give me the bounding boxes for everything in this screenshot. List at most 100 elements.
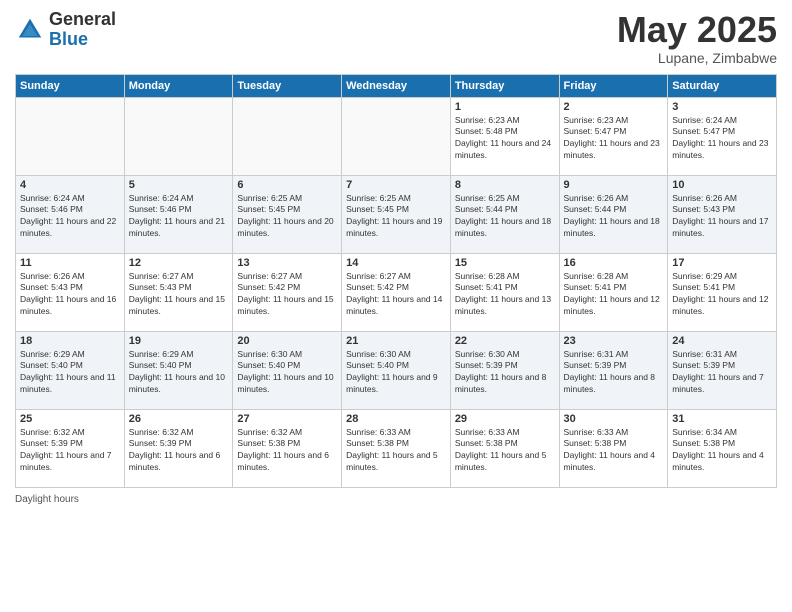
day-info: Sunrise: 6:27 AMSunset: 5:42 PMDaylight:… [237,271,337,319]
logo-icon [15,15,45,45]
calendar-week-row: 18 Sunrise: 6:29 AMSunset: 5:40 PMDayligh… [16,331,777,409]
table-row: 4 Sunrise: 6:24 AMSunset: 5:46 PMDaylight… [16,175,125,253]
day-info: Sunrise: 6:24 AMSunset: 5:46 PMDaylight:… [20,193,120,241]
table-row: 27 Sunrise: 6:32 AMSunset: 5:38 PMDayligh… [233,409,342,487]
day-info: Sunrise: 6:23 AMSunset: 5:47 PMDaylight:… [564,115,664,163]
table-row [124,97,233,175]
day-number: 6 [237,179,337,191]
col-sunday: Sunday [16,74,125,97]
day-number: 10 [672,179,772,191]
table-row: 1Sunrise: 6:23 AMSunset: 5:48 PMDaylight… [450,97,559,175]
day-number: 19 [129,335,229,347]
logo: General Blue [15,10,116,50]
day-info: Sunrise: 6:33 AMSunset: 5:38 PMDaylight:… [455,427,555,475]
day-number: 5 [129,179,229,191]
table-row: 9Sunrise: 6:26 AMSunset: 5:44 PMDaylight… [559,175,668,253]
day-number: 14 [346,257,446,269]
day-info: Sunrise: 6:29 AMSunset: 5:41 PMDaylight:… [672,271,772,319]
day-info: Sunrise: 6:29 AMSunset: 5:40 PMDaylight:… [129,349,229,397]
day-number: 20 [237,335,337,347]
day-number: 1 [455,101,555,113]
table-row: 16Sunrise: 6:28 AMSunset: 5:41 PMDayligh… [559,253,668,331]
table-row: 17 Sunrise: 6:29 AMSunset: 5:41 PMDayligh… [668,253,777,331]
calendar-table: Sunday Monday Tuesday Wednesday Thursday… [15,74,777,488]
logo-blue-text: Blue [49,30,116,50]
day-number: 30 [564,413,664,425]
day-number: 23 [564,335,664,347]
day-info: Sunrise: 6:28 AMSunset: 5:41 PMDaylight:… [455,271,555,319]
day-number: 21 [346,335,446,347]
day-info: Sunrise: 6:34 AMSunset: 5:38 PMDaylight:… [672,427,772,475]
day-info: Sunrise: 6:33 AMSunset: 5:38 PMDaylight:… [564,427,664,475]
col-monday: Monday [124,74,233,97]
table-row: 12 Sunrise: 6:27 AMSunset: 5:43 PMDayligh… [124,253,233,331]
calendar-week-row: 11 Sunrise: 6:26 AMSunset: 5:43 PMDayligh… [16,253,777,331]
footer: Daylight hours [15,494,777,505]
day-info: Sunrise: 6:25 AMSunset: 5:45 PMDaylight:… [346,193,446,241]
page: General Blue May 2025 Lupane, Zimbabwe S… [0,0,792,612]
col-saturday: Saturday [668,74,777,97]
calendar-week-row: 25 Sunrise: 6:32 AMSunset: 5:39 PMDayligh… [16,409,777,487]
table-row: 7Sunrise: 6:25 AMSunset: 5:45 PMDaylight… [342,175,451,253]
day-info: Sunrise: 6:32 AMSunset: 5:39 PMDaylight:… [129,427,229,475]
table-row: 3 Sunrise: 6:24 AMSunset: 5:47 PMDaylight… [668,97,777,175]
day-info: Sunrise: 6:24 AMSunset: 5:47 PMDaylight:… [672,115,772,163]
table-row: 26 Sunrise: 6:32 AMSunset: 5:39 PMDayligh… [124,409,233,487]
table-row: 5 Sunrise: 6:24 AMSunset: 5:46 PMDaylight… [124,175,233,253]
title-block: May 2025 Lupane, Zimbabwe [617,10,777,66]
day-number: 17 [672,257,772,269]
day-info: Sunrise: 6:27 AMSunset: 5:43 PMDaylight:… [129,271,229,319]
table-row: 19 Sunrise: 6:29 AMSunset: 5:40 PMDayligh… [124,331,233,409]
day-number: 13 [237,257,337,269]
col-tuesday: Tuesday [233,74,342,97]
day-number: 15 [455,257,555,269]
calendar-title: May 2025 [617,10,777,50]
table-row: 13 Sunrise: 6:27 AMSunset: 5:42 PMDayligh… [233,253,342,331]
day-number: 29 [455,413,555,425]
table-row: 22Sunrise: 6:30 AMSunset: 5:39 PMDayligh… [450,331,559,409]
day-number: 3 [672,101,772,113]
day-info: Sunrise: 6:30 AMSunset: 5:40 PMDaylight:… [237,349,337,397]
table-row: 10 Sunrise: 6:26 AMSunset: 5:43 PMDayligh… [668,175,777,253]
day-info: Sunrise: 6:30 AMSunset: 5:39 PMDaylight:… [455,349,555,397]
day-number: 25 [20,413,120,425]
day-info: Sunrise: 6:26 AMSunset: 5:43 PMDaylight:… [20,271,120,319]
calendar-week-row: 4 Sunrise: 6:24 AMSunset: 5:46 PMDaylight… [16,175,777,253]
table-row: 11 Sunrise: 6:26 AMSunset: 5:43 PMDayligh… [16,253,125,331]
day-number: 4 [20,179,120,191]
day-info: Sunrise: 6:33 AMSunset: 5:38 PMDaylight:… [346,427,446,475]
table-row: 6 Sunrise: 6:25 AMSunset: 5:45 PMDaylight… [233,175,342,253]
day-number: 12 [129,257,229,269]
day-number: 8 [455,179,555,191]
day-info: Sunrise: 6:29 AMSunset: 5:40 PMDaylight:… [20,349,120,397]
table-row: 30 Sunrise: 6:33 AMSunset: 5:38 PMDayligh… [559,409,668,487]
header: General Blue May 2025 Lupane, Zimbabwe [15,10,777,66]
day-info: Sunrise: 6:24 AMSunset: 5:46 PMDaylight:… [129,193,229,241]
day-number: 27 [237,413,337,425]
day-number: 11 [20,257,120,269]
day-info: Sunrise: 6:25 AMSunset: 5:44 PMDaylight:… [455,193,555,241]
table-row: 14Sunrise: 6:27 AMSunset: 5:42 PMDayligh… [342,253,451,331]
day-info: Sunrise: 6:32 AMSunset: 5:38 PMDaylight:… [237,427,337,475]
day-number: 26 [129,413,229,425]
day-info: Sunrise: 6:26 AMSunset: 5:43 PMDaylight:… [672,193,772,241]
table-row: 28 Sunrise: 6:33 AMSunset: 5:38 PMDayligh… [342,409,451,487]
logo-text: General Blue [49,10,116,50]
table-row: 25Sunrise: 6:32 AMSunset: 5:39 PMDayligh… [16,409,125,487]
day-info: Sunrise: 6:26 AMSunset: 5:44 PMDaylight:… [564,193,664,241]
table-row: 21Sunrise: 6:30 AMSunset: 5:40 PMDayligh… [342,331,451,409]
calendar-week-row: 1Sunrise: 6:23 AMSunset: 5:48 PMDaylight… [16,97,777,175]
table-row: 24Sunrise: 6:31 AMSunset: 5:39 PMDayligh… [668,331,777,409]
table-row [16,97,125,175]
calendar-subtitle: Lupane, Zimbabwe [617,50,777,66]
day-info: Sunrise: 6:31 AMSunset: 5:39 PMDaylight:… [672,349,772,397]
day-number: 18 [20,335,120,347]
day-info: Sunrise: 6:28 AMSunset: 5:41 PMDaylight:… [564,271,664,319]
day-number: 28 [346,413,446,425]
day-number: 2 [564,101,664,113]
table-row [233,97,342,175]
col-friday: Friday [559,74,668,97]
table-row: 23Sunrise: 6:31 AMSunset: 5:39 PMDayligh… [559,331,668,409]
daylight-label: Daylight hours [15,494,79,505]
day-info: Sunrise: 6:25 AMSunset: 5:45 PMDaylight:… [237,193,337,241]
